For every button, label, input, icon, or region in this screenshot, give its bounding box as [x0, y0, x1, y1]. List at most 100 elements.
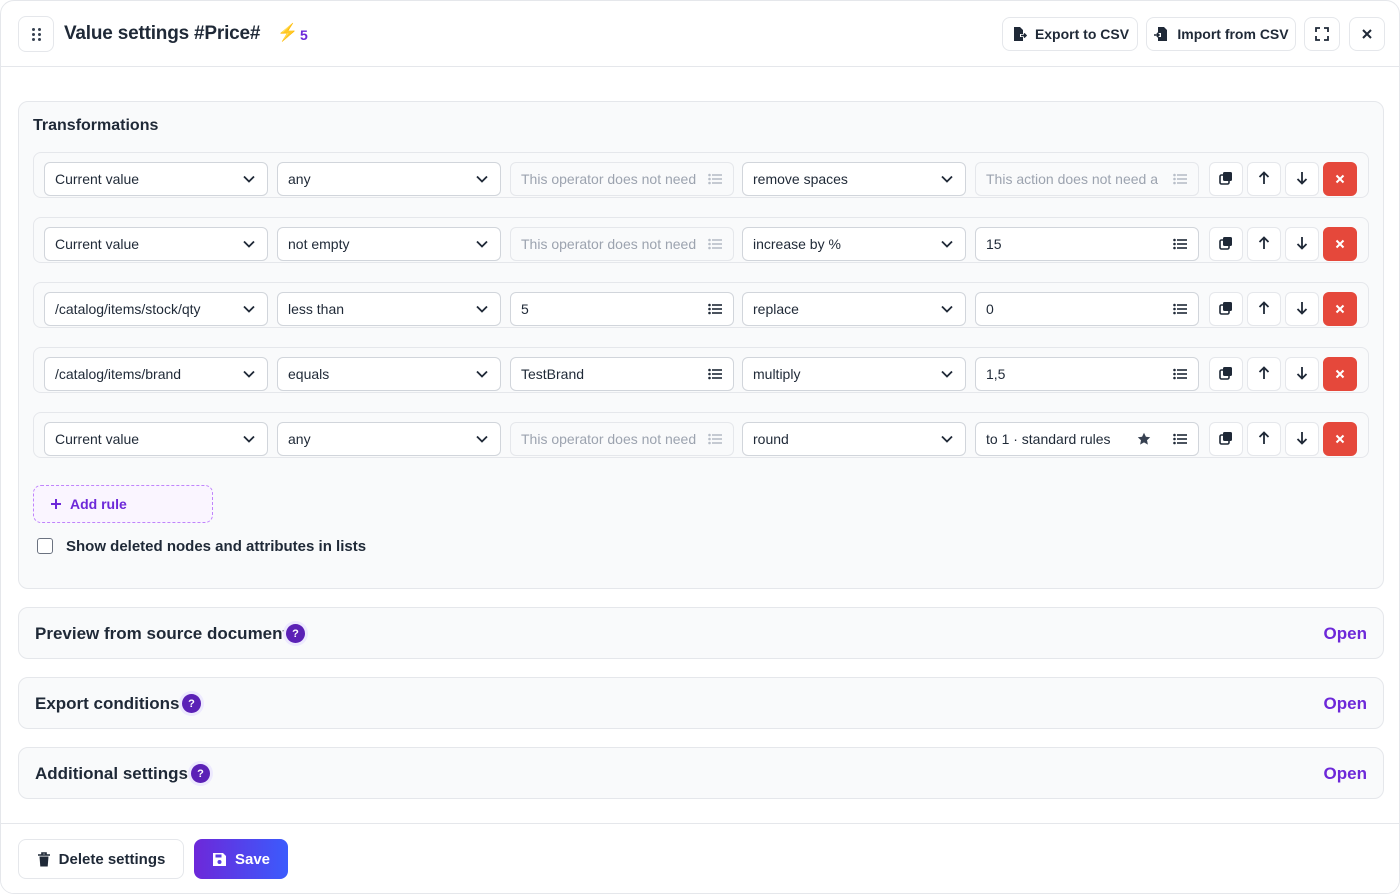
rule-action-select[interactable]: replace [742, 292, 966, 326]
rule-action-select[interactable]: multiply [742, 357, 966, 391]
list-icon[interactable] [707, 236, 723, 252]
list-icon[interactable] [707, 431, 723, 447]
list-icon[interactable] [707, 301, 723, 317]
section-additional-settings[interactable]: Additional settings ? Open [18, 747, 1384, 799]
arrow-up-icon [1258, 430, 1270, 448]
section-additional-settings-open[interactable]: Open [1324, 764, 1367, 784]
close-button[interactable] [1349, 17, 1385, 51]
chevron-down-icon [939, 171, 955, 187]
chevron-down-icon [241, 171, 257, 187]
move-down-button[interactable] [1285, 162, 1319, 196]
section-export-conditions-open[interactable]: Open [1324, 694, 1367, 714]
rule-param-input[interactable]: to 1 · standard rules [975, 422, 1199, 456]
move-down-button[interactable] [1285, 357, 1319, 391]
section-additional-settings-title: Additional settings [35, 764, 188, 783]
rule-source-select[interactable]: Current value [44, 227, 268, 261]
help-icon[interactable]: ? [182, 694, 201, 713]
arrow-up-icon [1258, 300, 1270, 318]
duplicate-rule-button[interactable] [1209, 162, 1243, 196]
duplicate-rule-button[interactable] [1209, 422, 1243, 456]
rule-source-select[interactable]: Current value [44, 422, 268, 456]
delete-rule-button[interactable] [1323, 292, 1357, 326]
arrow-down-icon [1296, 236, 1308, 253]
chevron-down-icon [241, 431, 257, 447]
list-icon[interactable] [1172, 171, 1188, 187]
rule-param-value: 0 [986, 301, 994, 317]
chevron-down-icon [474, 301, 490, 317]
drag-handle-button[interactable] [18, 16, 54, 52]
value-settings-modal: Value settings #Price# ⚡ 5 Export to CSV… [0, 0, 1400, 894]
help-icon[interactable]: ? [191, 764, 210, 783]
section-preview-open[interactable]: Open [1324, 624, 1367, 644]
list-icon[interactable] [1172, 366, 1188, 382]
rule-param-input[interactable]: 0 [975, 292, 1199, 326]
copy-icon [1219, 431, 1233, 448]
rule-operator-select[interactable]: any [277, 162, 501, 196]
rule-row: /catalog/items/brand equals TestBrand multi… [33, 347, 1369, 393]
rule-action-select[interactable]: remove spaces [742, 162, 966, 196]
move-up-button[interactable] [1247, 162, 1281, 196]
list-icon[interactable] [1172, 301, 1188, 317]
rule-source-select[interactable]: /catalog/items/brand [44, 357, 268, 391]
arrow-up-icon [1258, 170, 1270, 188]
rule-action-select[interactable]: increase by % [742, 227, 966, 261]
section-preview-title: Preview from source document [35, 624, 289, 643]
floppy-disk-icon [212, 852, 226, 866]
save-button[interactable]: Save [194, 839, 288, 879]
move-down-button[interactable] [1285, 292, 1319, 326]
arrow-down-icon [1296, 431, 1308, 448]
add-rule-button[interactable]: Add rule [33, 485, 213, 523]
delete-rule-button[interactable] [1323, 422, 1357, 456]
show-deleted-label: Show deleted nodes and attributes in lis… [66, 538, 367, 555]
move-up-button[interactable] [1247, 227, 1281, 261]
delete-rule-button[interactable] [1323, 227, 1357, 261]
show-deleted-checkbox[interactable] [37, 538, 53, 554]
export-csv-button[interactable]: Export to CSV [1002, 17, 1138, 51]
delete-settings-label: Delete settings [58, 850, 166, 868]
list-icon[interactable] [707, 171, 723, 187]
list-icon[interactable] [707, 366, 723, 382]
close-icon [1335, 366, 1345, 382]
delete-settings-button[interactable]: Delete settings [18, 839, 184, 879]
rule-action-value: multiply [753, 366, 801, 382]
move-down-button[interactable] [1285, 422, 1319, 456]
move-up-button[interactable] [1247, 292, 1281, 326]
import-csv-button[interactable]: Import from CSV [1146, 17, 1296, 51]
rule-operand-input[interactable]: 5 [510, 292, 734, 326]
rule-action-select[interactable]: round [742, 422, 966, 456]
chevron-down-icon [474, 171, 490, 187]
help-icon[interactable]: ? [286, 624, 305, 643]
rule-action-value: round [753, 431, 789, 447]
rule-source-select[interactable]: Current value [44, 162, 268, 196]
section-export-conditions[interactable]: Export conditions ? Open [18, 677, 1384, 729]
lightning-count: 5 [300, 27, 308, 43]
rule-source-select[interactable]: /catalog/items/stock/qty [44, 292, 268, 326]
file-import-icon [1154, 27, 1168, 41]
move-up-button[interactable] [1247, 422, 1281, 456]
drag-dots-icon [31, 27, 41, 41]
rule-operator-select[interactable]: not empty [277, 227, 501, 261]
rule-param-input[interactable]: 1,5 [975, 357, 1199, 391]
delete-rule-button[interactable] [1323, 357, 1357, 391]
rule-operator-select[interactable]: any [277, 422, 501, 456]
duplicate-rule-button[interactable] [1209, 227, 1243, 261]
rule-operator-select[interactable]: less than [277, 292, 501, 326]
duplicate-rule-button[interactable] [1209, 357, 1243, 391]
list-icon[interactable] [1172, 431, 1188, 447]
delete-rule-button[interactable] [1323, 162, 1357, 196]
duplicate-rule-button[interactable] [1209, 292, 1243, 326]
star-icon[interactable] [1136, 431, 1152, 447]
copy-icon [1219, 366, 1233, 383]
fullscreen-button[interactable] [1304, 17, 1340, 51]
add-rule-label: Add rule [70, 496, 127, 512]
rule-param-input[interactable]: 15 [975, 227, 1199, 261]
trash-icon [37, 851, 50, 866]
move-up-button[interactable] [1247, 357, 1281, 391]
rule-operator-select[interactable]: equals [277, 357, 501, 391]
section-preview[interactable]: Preview from source document ? Open [18, 607, 1384, 659]
move-down-button[interactable] [1285, 227, 1319, 261]
rule-param-value: This action does not need a [986, 171, 1159, 187]
rule-operand-input[interactable]: TestBrand [510, 357, 734, 391]
list-icon[interactable] [1172, 236, 1188, 252]
chevron-down-icon [241, 236, 257, 252]
